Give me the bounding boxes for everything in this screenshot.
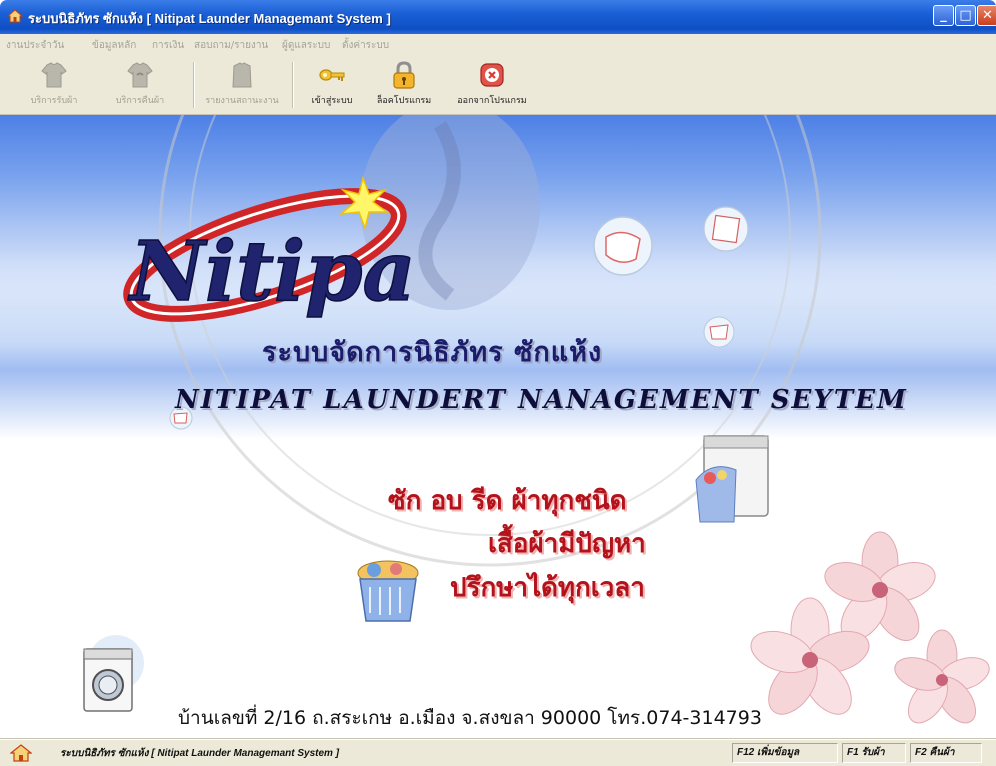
exit-program-button[interactable]: ออกจากโปรแกรม bbox=[452, 60, 532, 112]
toolbar-separator bbox=[292, 62, 294, 108]
logo-text: Nitipat bbox=[127, 224, 415, 320]
toolbar: บริการรับผ้า บริการคืนผ้า รายงานสถานะงาน… bbox=[0, 56, 996, 115]
receive-clothes-label: บริการรับผ้า bbox=[30, 96, 78, 106]
receive-clothes-button[interactable]: บริการรับผ้า bbox=[26, 60, 82, 112]
house-icon bbox=[10, 744, 32, 762]
job-status-report-label: รายงานสถานะงาน bbox=[205, 96, 279, 106]
key-icon bbox=[319, 69, 345, 81]
shirt-return-icon bbox=[127, 62, 153, 88]
report-icon bbox=[232, 62, 252, 88]
system-title-thai: ระบบจัดการนิธิภัทร ซักแห้ง bbox=[262, 337, 603, 368]
lock-program-label: ล็อคโปรแกรม bbox=[376, 96, 432, 106]
minimize-button[interactable]: _ bbox=[933, 5, 954, 26]
status-text: ระบบนิธิภัทร ซักแห้ง [ Nitipat Launder M… bbox=[60, 748, 340, 759]
login-button[interactable]: เข้าสู่ระบบ bbox=[302, 60, 362, 112]
return-clothes-button[interactable]: บริการคืนผ้า bbox=[112, 60, 168, 112]
splash-area: Nitipat ระบบจัดการนิธิภัทร ซักแห้ง NITIP… bbox=[0, 115, 996, 739]
toolbar-separator bbox=[193, 62, 195, 108]
return-clothes-label: บริการคืนผ้า bbox=[115, 96, 165, 106]
shortcut-f12-add-data[interactable]: F12 เพิ่มข้อมูล bbox=[732, 743, 838, 763]
app-house-icon bbox=[7, 9, 23, 23]
shortcut-f2-return[interactable]: F2 คืนผ้า bbox=[910, 743, 982, 763]
exit-program-label: ออกจากโปรแกรม bbox=[457, 96, 527, 106]
nitipat-logo: Nitipat bbox=[123, 175, 415, 322]
menu-inquiry-report[interactable]: สอบถาม/รายงาน bbox=[194, 38, 268, 53]
job-status-report-button[interactable]: รายงานสถานะงาน bbox=[200, 60, 284, 112]
exit-icon bbox=[480, 63, 504, 87]
slogan-line: เสื้อผ้ามีปัญหา bbox=[488, 529, 646, 559]
clothes-bubble-icon bbox=[593, 216, 653, 276]
slogan-line: ปรึกษาได้ทุกเวลา bbox=[450, 573, 645, 603]
lock-icon bbox=[393, 61, 415, 89]
status-bar: ระบบนิธิภัทร ซักแห้ง [ Nitipat Launder M… bbox=[0, 739, 996, 766]
shop-address: บ้านเลขที่ 2/16 ถ.สระเกษ อ.เมือง จ.สงขลา… bbox=[178, 707, 762, 729]
menu-bar: งานประจำวัน ข้อมูลหลัก การเงิน สอบถาม/รา… bbox=[0, 34, 996, 57]
shortcut-f1-receive[interactable]: F1 รับผ้า bbox=[842, 743, 906, 763]
menu-settings[interactable]: ตั้งค่าระบบ bbox=[342, 38, 389, 53]
front-load-washer-icon bbox=[83, 635, 144, 712]
close-button[interactable]: ✕ bbox=[977, 5, 996, 26]
menu-admin[interactable]: ผู้ดูแลระบบ bbox=[282, 38, 330, 53]
slogan-line: ซัก อบ รีด ผ้าทุกชนิด bbox=[388, 486, 627, 516]
maximize-button[interactable]: □ bbox=[955, 5, 976, 26]
menu-master-data[interactable]: ข้อมูลหลัก bbox=[92, 38, 136, 53]
clothes-bubble-icon bbox=[703, 316, 735, 348]
minimize-icon: _ bbox=[940, 8, 947, 23]
title-bar: ระบบนิธิภัทร ซักแห้ง [ Nitipat Launder M… bbox=[0, 0, 996, 34]
window-title: ระบบนิธิภัทร ซักแห้ง [ Nitipat Launder M… bbox=[28, 11, 391, 26]
menu-daily-work[interactable]: งานประจำวัน bbox=[6, 38, 64, 53]
shirt-icon bbox=[41, 62, 67, 88]
system-title-english: NITIPAT LAUNDERT NANAGEMENT SEYTEM bbox=[175, 385, 908, 415]
maximize-icon: □ bbox=[959, 8, 972, 23]
clothes-bubble-icon bbox=[703, 206, 749, 252]
lock-program-button[interactable]: ล็อคโปรแกรม bbox=[372, 60, 436, 112]
login-label: เข้าสู่ระบบ bbox=[311, 96, 353, 106]
laundry-basket-icon bbox=[357, 560, 419, 622]
close-icon: ✕ bbox=[982, 8, 993, 23]
menu-finance[interactable]: การเงิน bbox=[152, 38, 184, 53]
